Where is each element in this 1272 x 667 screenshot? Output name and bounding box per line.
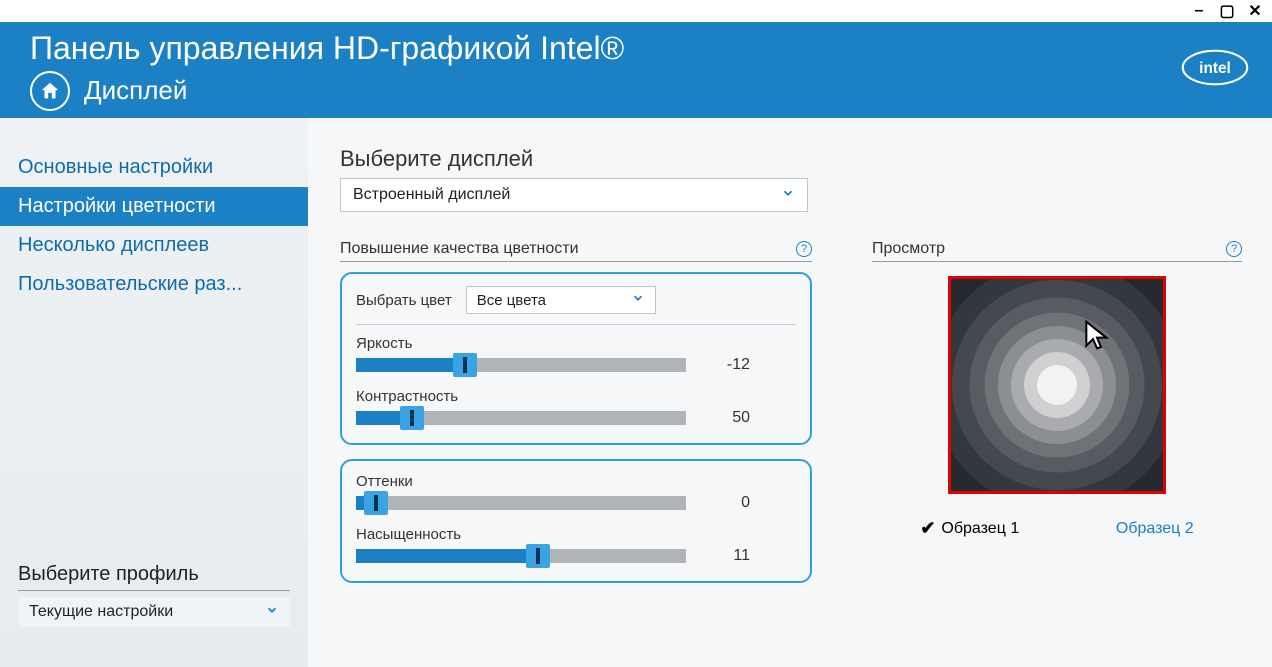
sidebar: Основные настройки Настройки цветности Н… [0,118,308,667]
section-title: Дисплей [84,75,187,106]
sidebar-item-basic[interactable]: Основные настройки [0,148,308,187]
color-group-title: Повышение качества цветности [340,240,579,258]
check-icon: ✔ [920,518,935,539]
saturation-slider[interactable] [356,549,686,563]
profile-select-value: Текущие настройки [29,603,173,621]
profile-select[interactable]: Текущие настройки [18,597,290,627]
chevron-down-icon [631,291,645,309]
contrast-label: Контрастность [356,388,796,405]
preview-label: Просмотр [872,240,945,258]
slider-handle[interactable] [526,544,550,568]
color-select[interactable]: Все цвета [466,286,656,314]
contrast-value: 50 [710,409,750,427]
color-select-label: Выбрать цвет [356,292,452,309]
hue-value: 0 [710,494,750,512]
app-header: Панель управления HD-графикой Intel® Дис… [0,22,1272,118]
sidebar-item-multi[interactable]: Несколько дисплеев [0,226,308,265]
brightness-contrast-panel: Выбрать цвет Все цвета Яркость [340,272,812,445]
hue-label: Оттенки [356,473,796,490]
window-controls: – ▢ ✕ [0,0,1272,22]
display-select[interactable]: Встроенный дисплей [340,178,808,212]
slider-handle[interactable] [453,353,477,377]
minimize-button[interactable]: – [1190,2,1208,20]
brightness-value: -12 [710,356,750,374]
help-icon[interactable]: ? [796,241,812,257]
brightness-label: Яркость [356,335,796,352]
contrast-slider[interactable] [356,411,686,425]
saturation-label: Насыщенность [356,526,796,543]
sidebar-item-color[interactable]: Настройки цветности [0,187,308,226]
profile-label: Выберите профиль [18,563,290,591]
saturation-value: 11 [710,547,750,565]
maximize-button[interactable]: ▢ [1218,2,1236,20]
cursor-icon [1081,319,1113,351]
close-button[interactable]: ✕ [1246,2,1264,20]
sample-1-label: Образец 1 [941,520,1019,538]
preview-header: Просмотр ? [872,240,1242,262]
preview-image [948,276,1166,494]
chevron-down-icon [781,186,795,205]
slider-handle[interactable] [364,491,388,515]
display-label: Выберите дисплей [340,146,1242,172]
brightness-slider[interactable] [356,358,686,372]
display-select-value: Встроенный дисплей [353,186,510,204]
svg-text:intel: intel [1199,60,1231,77]
hue-saturation-panel: Оттенки 0 Насыщенность [340,459,812,583]
home-button[interactable] [30,71,70,111]
sidebar-item-custom[interactable]: Пользовательские раз... [0,265,308,304]
chevron-down-icon [265,603,279,622]
sample-2[interactable]: Образец 2 [1116,518,1194,539]
app-title: Панель управления HD-графикой Intel® [30,30,624,67]
sample-1[interactable]: ✔ Образец 1 [920,518,1019,539]
home-icon [39,80,61,102]
slider-handle[interactable] [400,406,424,430]
color-select-value: Все цвета [477,292,546,309]
color-group-header: Повышение качества цветности ? [340,240,812,262]
hue-slider[interactable] [356,496,686,510]
intel-logo: intel [1180,45,1250,96]
help-icon[interactable]: ? [1226,241,1242,257]
sample-2-label: Образец 2 [1116,520,1194,538]
main-panel: Выберите дисплей Встроенный дисплей Повы… [308,118,1272,667]
